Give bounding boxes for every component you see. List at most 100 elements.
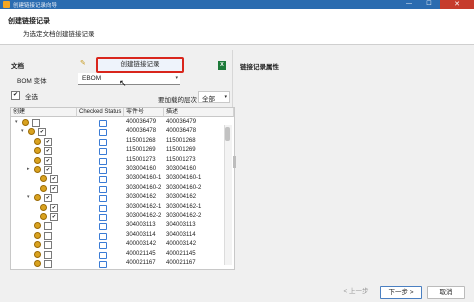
row-checkbox[interactable]: ✔ (50, 203, 58, 212)
table-row[interactable]: ✔ 303004160-2 303004160-2 (11, 184, 226, 193)
description-cell: 304003113 (166, 222, 196, 229)
table-row[interactable]: ▾ ✔ 303004162 303004162 (11, 193, 226, 203)
description-cell: 303004160 (166, 166, 197, 172)
expand-arrow-icon[interactable]: ▸ (27, 165, 30, 174)
part-node-icon (40, 203, 47, 211)
part-number-cell: 400021167 (126, 260, 156, 266)
select-all-label: 全选 (25, 94, 38, 101)
expand-arrow-icon[interactable]: ▾ (15, 118, 18, 127)
table-row[interactable]: 304003113 304003113 (11, 221, 226, 231)
bom-tree-grid[interactable]: 创建 Checked Status 零件号 描述 ▾ 400036479 40003… (10, 107, 235, 270)
checked-status-icon (99, 204, 107, 212)
description-cell: 303004160-1 (166, 175, 202, 182)
create-link-record-button[interactable]: 创建链接记录 (96, 57, 184, 73)
document-label: 文档 (11, 63, 24, 70)
row-checkbox[interactable] (44, 231, 52, 240)
part-number-cell: 303004160-2 (126, 184, 162, 191)
part-node-icon (22, 119, 29, 126)
part-number-cell: 303004160-1 (126, 175, 162, 182)
part-number-cell: 400036479 (126, 119, 157, 125)
row-checkbox[interactable] (32, 119, 40, 127)
row-checkbox[interactable]: ✔ (44, 147, 52, 156)
checked-status-icon (99, 195, 107, 203)
checked-status-icon (99, 148, 107, 156)
table-row[interactable]: ✔ 115001269 115001269 (11, 146, 226, 156)
page-title: 创建链接记录 (8, 18, 50, 25)
row-checkbox[interactable]: ✔ (50, 175, 58, 184)
row-checkbox[interactable]: ✔ (50, 184, 58, 193)
window-title: 创建链接记录向导 (13, 3, 58, 9)
description-cell: 303004162-1 (166, 203, 202, 210)
description-cell: 400003142 (166, 241, 197, 248)
maximize-button[interactable]: ☐ (420, 1, 438, 8)
row-checkbox[interactable]: ✔ (50, 213, 58, 221)
levels-value: 全部 (202, 96, 215, 103)
checked-status-icon (99, 176, 107, 184)
part-number-cell: 304003114 (126, 231, 156, 238)
part-node-icon (34, 137, 41, 145)
part-node-icon (34, 156, 41, 164)
column-header-checked-status[interactable]: Checked Status (77, 108, 124, 117)
levels-to-load-select[interactable]: 全部 ▾ (198, 91, 230, 103)
part-node-icon (34, 231, 41, 239)
link-record-properties-label: 链接记录属性 (240, 64, 279, 71)
checked-status-icon (99, 214, 107, 221)
excel-icon[interactable]: X (218, 61, 226, 70)
table-row[interactable]: ✔ 115001273 115001273 (11, 156, 226, 165)
column-header-description[interactable]: 描述 (164, 108, 234, 117)
description-cell: 115001273 (166, 156, 196, 163)
column-header-create[interactable]: 创建 (11, 108, 77, 117)
part-node-icon (34, 194, 41, 202)
table-row[interactable]: ✔ 303004160-1 303004160-1 (11, 174, 226, 184)
bom-variant-select[interactable]: EBOM ▾ (78, 73, 180, 85)
table-row[interactable]: 400021167 400021167 (11, 259, 226, 268)
table-row[interactable]: ▾ ✔ 400036478 400036478 (11, 127, 226, 137)
table-row[interactable]: 400021145 400021145 (11, 250, 226, 259)
part-number-cell: 303004162 (126, 194, 157, 201)
table-row[interactable]: ▸ ✔ 303004160 303004160 (11, 165, 226, 174)
table-row[interactable]: ▾ 400036479 400036479 (11, 118, 226, 127)
row-checkbox[interactable] (44, 222, 52, 231)
row-checkbox[interactable]: ✔ (44, 156, 52, 165)
table-row[interactable]: ✔ 303004162-1 303004162-1 (11, 203, 226, 212)
part-number-cell: 115001273 (126, 156, 156, 163)
table-row[interactable]: 304003114 304003114 (11, 231, 226, 240)
row-checkbox[interactable] (44, 260, 52, 268)
wizard-header (0, 9, 474, 45)
mouse-cursor-icon: ↖ (119, 78, 127, 88)
splitter-handle[interactable] (233, 156, 236, 168)
expand-arrow-icon[interactable]: ▾ (27, 193, 30, 202)
description-cell: 115001269 (166, 147, 196, 154)
minimize-button[interactable]: — (400, 1, 418, 8)
table-row[interactable]: 400003142 400003142 (11, 240, 226, 250)
description-cell: 303004162-2 (166, 213, 202, 219)
table-row[interactable]: ✔ 115001268 115001268 (11, 137, 226, 146)
part-number-cell: 304003113 (126, 222, 156, 229)
row-checkbox[interactable] (44, 250, 52, 259)
close-button[interactable]: ✕ (440, 0, 474, 9)
vertical-scrollbar[interactable] (224, 125, 232, 265)
select-all-checkbox[interactable]: ✔ (11, 91, 20, 100)
cancel-button[interactable]: 取消 (427, 286, 465, 299)
description-cell: 303004162 (166, 194, 197, 201)
table-row[interactable]: ✔ 303004162-2 303004162-2 (11, 212, 226, 221)
back-button[interactable]: < 上一步 (336, 286, 376, 297)
scrollbar-thumb[interactable] (225, 127, 230, 141)
checked-status-icon (99, 129, 107, 137)
row-checkbox[interactable]: ✔ (38, 128, 46, 137)
row-checkbox[interactable]: ✔ (44, 137, 52, 146)
part-node-icon (34, 147, 41, 155)
expand-arrow-icon[interactable]: ▾ (21, 127, 24, 136)
bom-variant-value: EBOM (82, 75, 102, 82)
row-checkbox[interactable] (44, 241, 52, 250)
pin-icon: ✎ (80, 60, 86, 67)
next-button[interactable]: 下一步 > (380, 286, 422, 299)
description-cell: 400021145 (166, 250, 196, 257)
chevron-down-icon: ▾ (224, 94, 227, 100)
column-header-part-number[interactable]: 零件号 (124, 108, 164, 117)
chevron-down-icon: ▾ (175, 75, 178, 81)
checked-status-icon (99, 251, 107, 259)
row-checkbox[interactable]: ✔ (44, 194, 52, 203)
row-checkbox[interactable]: ✔ (44, 166, 52, 174)
part-number-cell: 400036478 (126, 128, 157, 135)
